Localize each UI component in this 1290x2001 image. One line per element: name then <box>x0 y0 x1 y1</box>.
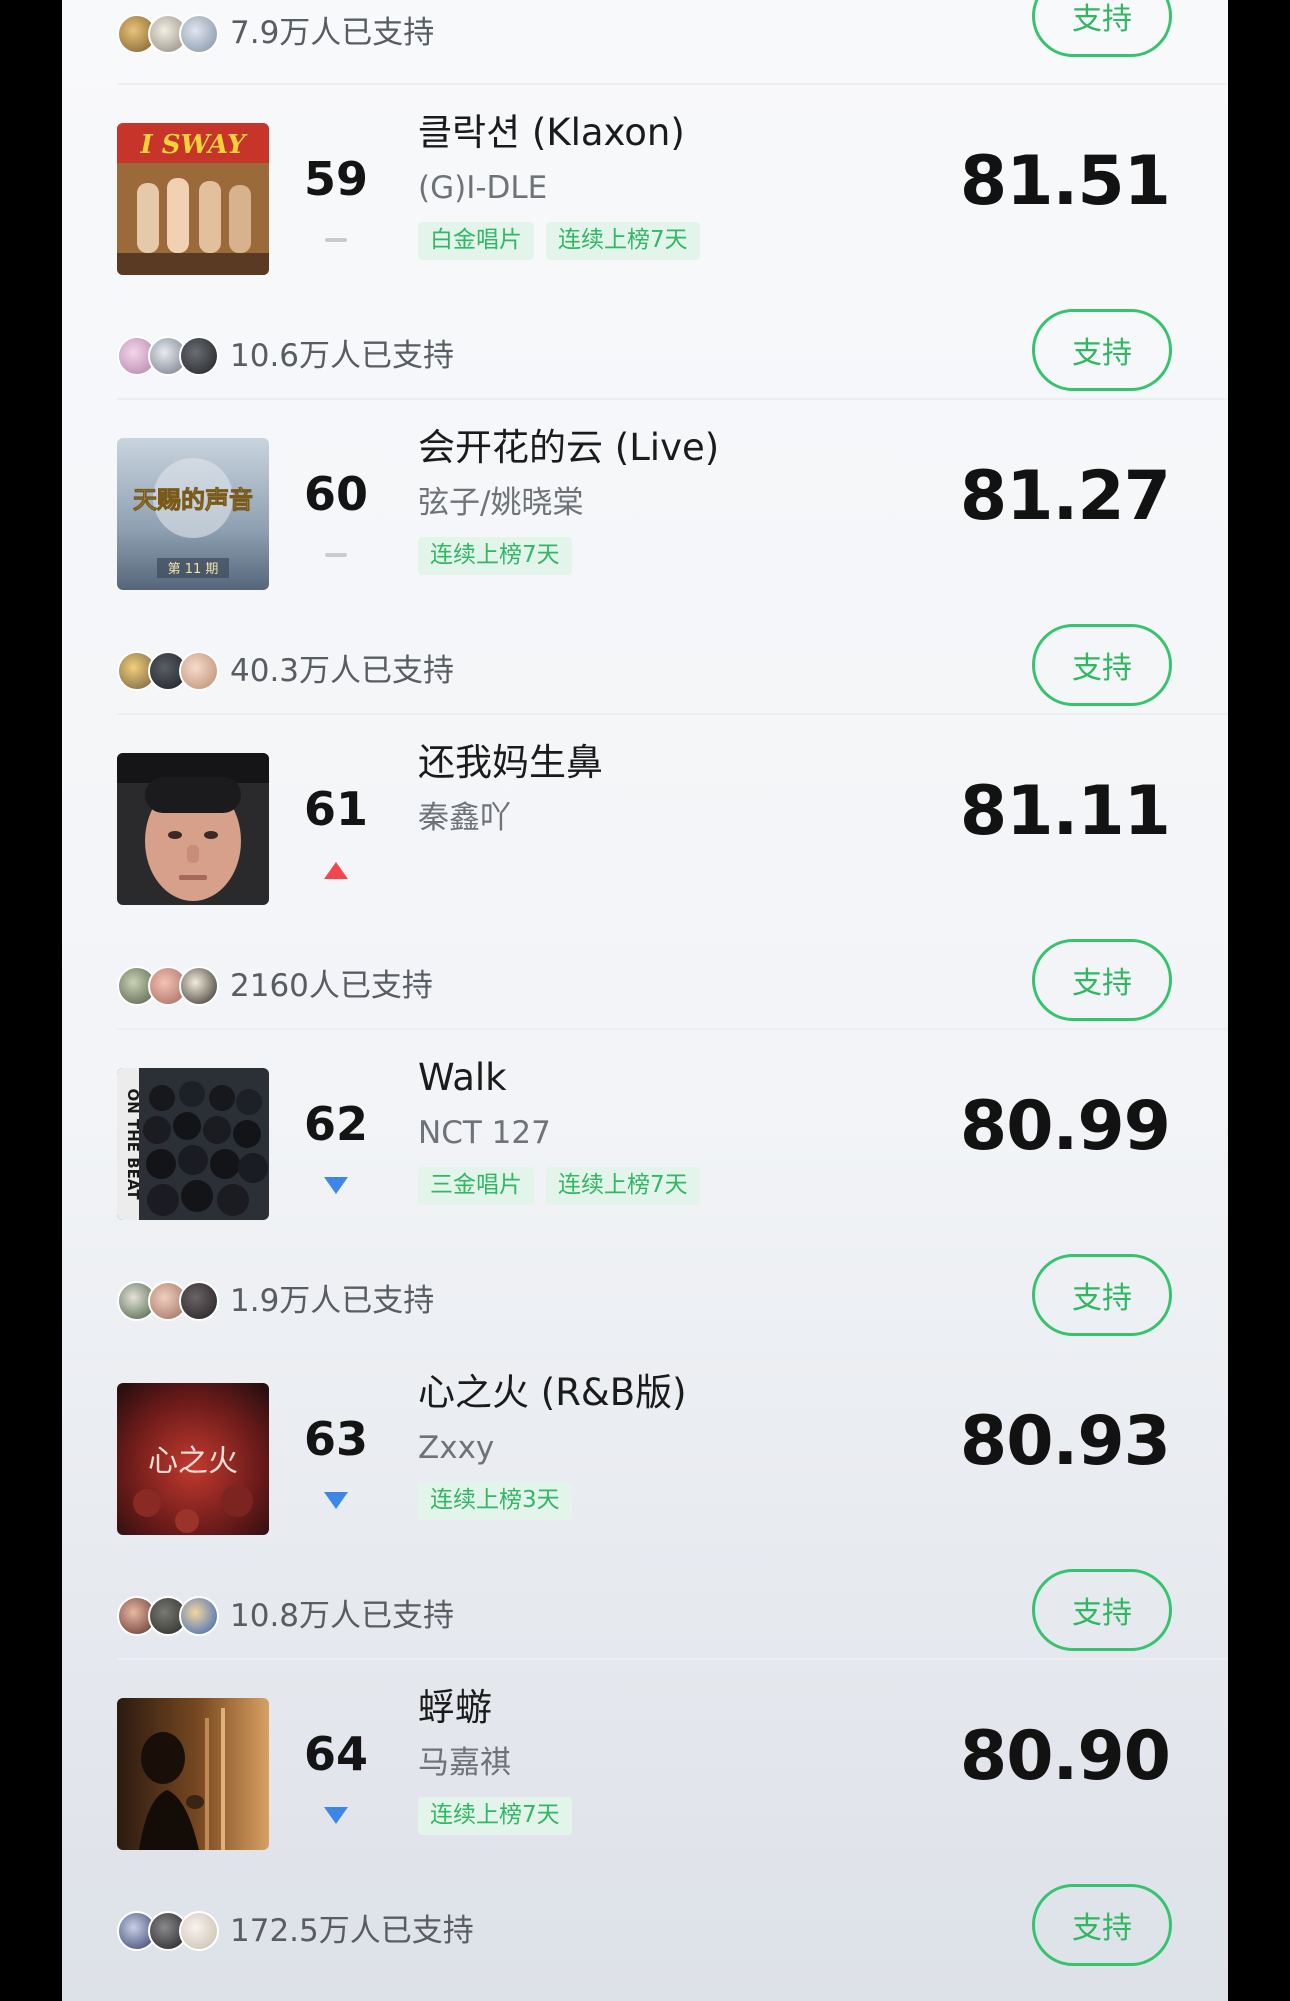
album-cover-text: 天赐的声音 <box>133 485 253 514</box>
tag-list: 白金唱片 连续上榜7天 <box>418 222 700 260</box>
tag-badge: 白金唱片 <box>418 222 534 260</box>
tag-badge: 连续上榜3天 <box>418 1482 572 1520</box>
tag-badge: 连续上榜7天 <box>418 537 572 575</box>
supporter-count: 172.5万人已支持 <box>230 1913 474 1949</box>
score-value: 81.51 <box>959 142 1171 221</box>
list-item: 64 蜉蝣 马嘉祺 连续上榜7天 80.90 支持 172.5万人已支持 <box>62 1659 1228 1974</box>
tag-list: 连续上榜7天 <box>418 537 572 575</box>
avatar <box>179 336 219 376</box>
song-title[interactable]: 心之火 (R&B版) <box>418 1368 687 1418</box>
avatar <box>179 966 219 1006</box>
trend-down-icon <box>324 1176 348 1194</box>
album-cover[interactable]: ON THE BEAT <box>117 1068 269 1220</box>
supporter-count: 10.8万人已支持 <box>230 1598 455 1634</box>
tag-badge: 三金唱片 <box>418 1167 534 1205</box>
album-cover[interactable]: 心之火 <box>117 1383 269 1535</box>
support-button[interactable]: 支持 <box>1032 1884 1172 1966</box>
rank-number: 62 <box>303 1097 368 1151</box>
rank-number: 64 <box>303 1727 368 1781</box>
supporter-avatars <box>117 1911 219 1951</box>
tag-list: 连续上榜7天 <box>418 1797 572 1835</box>
supporter-avatars <box>117 336 219 376</box>
score-value: 80.93 <box>959 1402 1171 1481</box>
album-cover-text: ON THE BEAT <box>124 1088 142 1200</box>
album-cover[interactable] <box>117 1698 269 1850</box>
trend-flat-icon <box>324 547 348 563</box>
trend-up-icon <box>324 861 348 879</box>
album-cover[interactable] <box>117 753 269 905</box>
supporter-avatars <box>117 651 219 691</box>
list-item: ON THE BEAT 62 Walk NCT 127 三金唱片 连续上榜7天 … <box>62 1029 1228 1344</box>
list-item-partial: 7.9万人已支持 支持 <box>62 0 1228 84</box>
support-button[interactable]: 支持 <box>1032 624 1172 706</box>
tag-badge: 连续上榜7天 <box>546 1167 700 1205</box>
supporter-count: 7.9万人已支持 <box>230 15 435 51</box>
supporter-count: 1.9万人已支持 <box>230 1283 435 1319</box>
supporter-avatars <box>117 966 219 1006</box>
supporter-avatars <box>117 14 219 54</box>
score-value: 81.27 <box>959 457 1171 536</box>
support-button[interactable]: 支持 <box>1032 309 1172 391</box>
avatar <box>179 1911 219 1951</box>
rank-number: 61 <box>303 782 368 836</box>
support-button[interactable]: 支持 <box>1032 0 1172 57</box>
album-cover[interactable]: 天赐的声音 第 11 期 <box>117 438 269 590</box>
support-button[interactable]: 支持 <box>1032 1254 1172 1336</box>
artist-name[interactable]: Zxxy <box>418 1428 494 1468</box>
supporter-count: 40.3万人已支持 <box>230 653 455 689</box>
score-value: 80.99 <box>959 1087 1171 1166</box>
avatar <box>179 1281 219 1321</box>
tag-badge: 连续上榜7天 <box>546 222 700 260</box>
list-item: 心之火 63 心之火 (R&B版) Zxxy 连续上榜3天 80.93 支持 1… <box>62 1344 1228 1659</box>
artist-name[interactable]: 马嘉祺 <box>418 1743 511 1783</box>
album-cover-subtext: 第 11 期 <box>168 562 219 577</box>
supporter-count: 10.6万人已支持 <box>230 338 455 374</box>
supporter-avatars <box>117 1281 219 1321</box>
artist-name[interactable]: 弦子/姚晓棠 <box>418 483 583 523</box>
trend-down-icon <box>324 1491 348 1509</box>
rank-number: 63 <box>303 1412 368 1466</box>
album-cover-text: I SWAY <box>140 130 248 160</box>
song-title[interactable]: 会开花的云 (Live) <box>418 423 719 473</box>
list-item: 61 还我妈生鼻 秦鑫吖 81.11 支持 2160人已支持 <box>62 714 1228 1029</box>
avatar <box>179 651 219 691</box>
supporter-avatars <box>117 1596 219 1636</box>
trend-down-icon <box>324 1806 348 1824</box>
rank-number: 60 <box>303 467 368 521</box>
score-value: 80.90 <box>959 1717 1171 1796</box>
supporter-count: 2160人已支持 <box>230 968 433 1004</box>
avatar <box>179 14 219 54</box>
song-title[interactable]: Walk <box>418 1053 507 1103</box>
rank-number: 59 <box>303 152 368 206</box>
tag-list: 三金唱片 连续上榜7天 <box>418 1167 700 1205</box>
tag-list: 连续上榜3天 <box>418 1482 572 1520</box>
list-item: 天赐的声音 第 11 期 60 会开花的云 (Live) 弦子/姚晓棠 连续上榜… <box>62 399 1228 714</box>
song-title[interactable]: 蜉蝣 <box>418 1683 492 1733</box>
trend-flat-icon <box>324 232 348 248</box>
artist-name[interactable]: NCT 127 <box>418 1113 551 1153</box>
song-title[interactable]: 클락션 (Klaxon) <box>418 108 685 158</box>
support-button[interactable]: 支持 <box>1032 939 1172 1021</box>
artist-name[interactable]: (G)I-DLE <box>418 168 547 208</box>
list-item: I SWAY 59 클락션 (Klaxon) (G)I-DLE 白金唱片 连续上… <box>62 84 1228 399</box>
support-button[interactable]: 支持 <box>1032 1569 1172 1651</box>
song-title[interactable]: 还我妈生鼻 <box>418 738 603 788</box>
album-cover[interactable]: I SWAY <box>117 123 269 275</box>
tag-badge: 连续上榜7天 <box>418 1797 572 1835</box>
score-value: 81.11 <box>959 772 1171 851</box>
avatar <box>179 1596 219 1636</box>
album-cover-text: 心之火 <box>148 1444 238 1479</box>
chart-list-panel: 7.9万人已支持 支持 I SWAY 59 클락션 (Klaxon) (G)I-… <box>62 0 1228 2001</box>
artist-name[interactable]: 秦鑫吖 <box>418 798 511 838</box>
